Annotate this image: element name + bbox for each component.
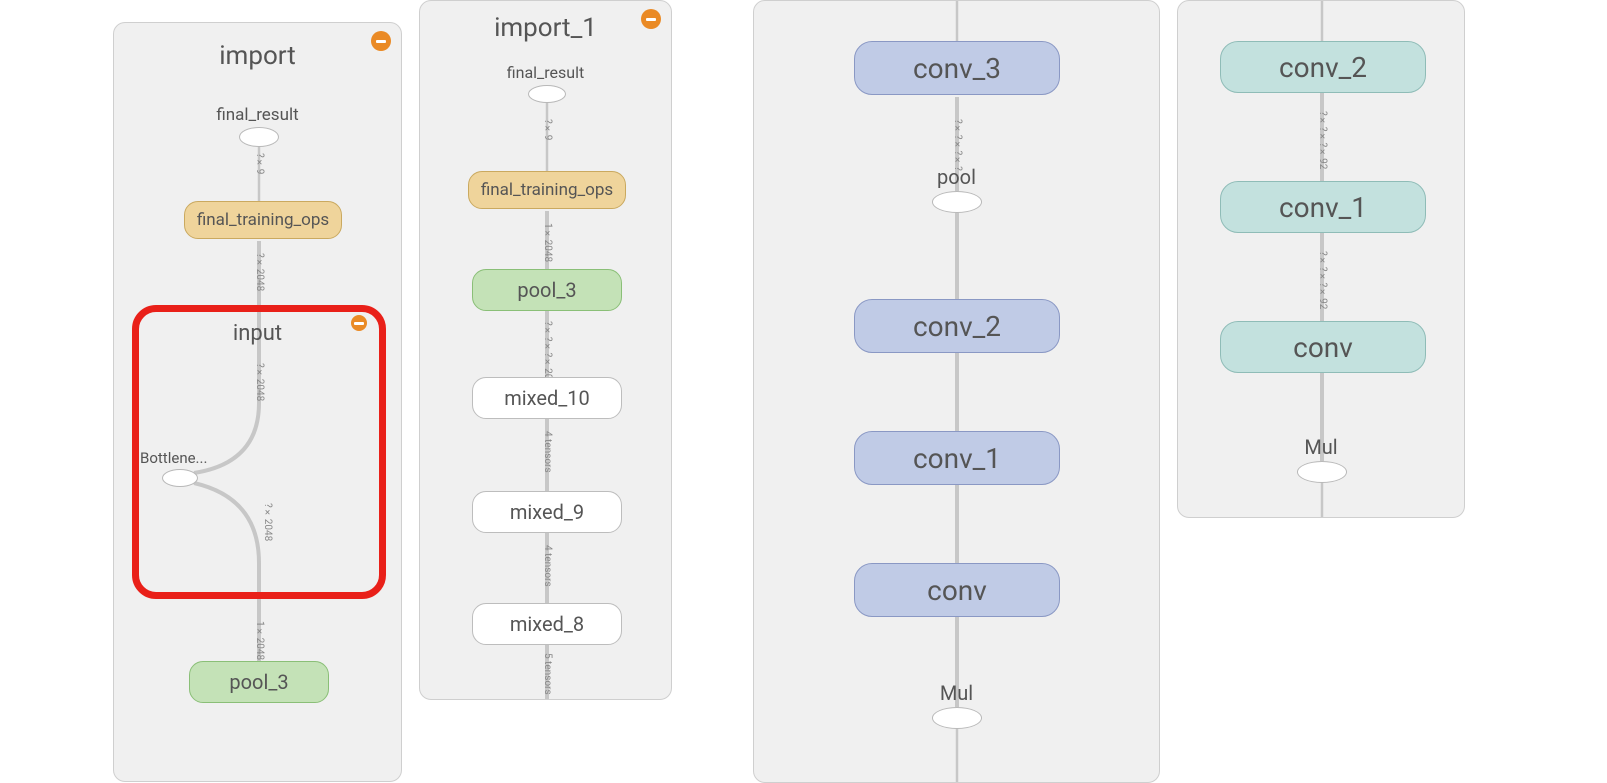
mul-node[interactable]	[932, 707, 982, 729]
edge-label-2: ?×2048	[254, 253, 265, 291]
pool-label: pool	[754, 165, 1159, 189]
bottleneck-node[interactable]	[162, 469, 198, 487]
final-result-node[interactable]	[528, 85, 566, 103]
collapse-icon[interactable]	[351, 315, 367, 331]
bottleneck-label: Bottlene...	[140, 449, 207, 467]
edge-label-4: ?×2048	[262, 503, 273, 541]
final-result-node[interactable]	[239, 127, 279, 147]
edge-label-1: ?×?×?×92	[1317, 111, 1328, 169]
node-conv[interactable]: conv	[1220, 321, 1426, 373]
node-conv[interactable]: conv	[854, 563, 1060, 617]
node-mixed9[interactable]: mixed_9	[472, 491, 622, 533]
edge-label-1: ?×9	[542, 119, 553, 140]
panel-conv-stack-b[interactable]: conv_2 ?×?×?×92 conv_1 ?×?×?×92 conv Mul	[1177, 0, 1465, 518]
diagram-stage: import final_result ?×9 final_training_o…	[0, 0, 1607, 783]
panel-import-1[interactable]: import_1 final_result ?×9 final_training…	[419, 0, 672, 700]
edge-label-5: 1×2048	[254, 621, 265, 660]
panel-import[interactable]: import final_result ?×9 final_training_o…	[113, 22, 402, 782]
mul-label: Mul	[1178, 435, 1464, 459]
final-result-label: final_result	[114, 105, 401, 125]
edge-label-4: 4 tensors	[542, 431, 553, 473]
edge-label-6: 5 tensors	[542, 653, 553, 695]
node-mixed8[interactable]: mixed_8	[472, 603, 622, 645]
node-conv2[interactable]: conv_2	[854, 299, 1060, 353]
edge-label-2: 1×2048	[542, 223, 553, 262]
node-pool3[interactable]: pool_3	[472, 269, 622, 311]
mul-label: Mul	[754, 681, 1159, 705]
node-conv3[interactable]: conv_3	[854, 41, 1060, 95]
final-result-label: final_result	[420, 63, 671, 82]
node-conv2[interactable]: conv_2	[1220, 41, 1426, 93]
node-final-training-ops[interactable]: final_training_ops	[184, 201, 342, 239]
pool-node[interactable]	[932, 191, 982, 213]
edge-label-3: ?×2048	[254, 363, 265, 401]
edge-label-5: 4 tensors	[542, 545, 553, 587]
node-final-training-ops[interactable]: final_training_ops	[468, 171, 626, 209]
panel-conv-stack-a[interactable]: conv_3 ?×?×?×? pool conv_2 conv_1 conv M…	[753, 0, 1160, 783]
edge-label-1: ?×?×?×?	[952, 119, 963, 171]
edge-label-1: ?×9	[254, 153, 265, 174]
node-mixed10[interactable]: mixed_10	[472, 377, 622, 419]
node-conv1[interactable]: conv_1	[1220, 181, 1426, 233]
node-conv1[interactable]: conv_1	[854, 431, 1060, 485]
edge-label-2: ?×?×?×92	[1317, 251, 1328, 309]
mul-node[interactable]	[1297, 461, 1347, 483]
node-pool3[interactable]: pool_3	[189, 661, 329, 703]
